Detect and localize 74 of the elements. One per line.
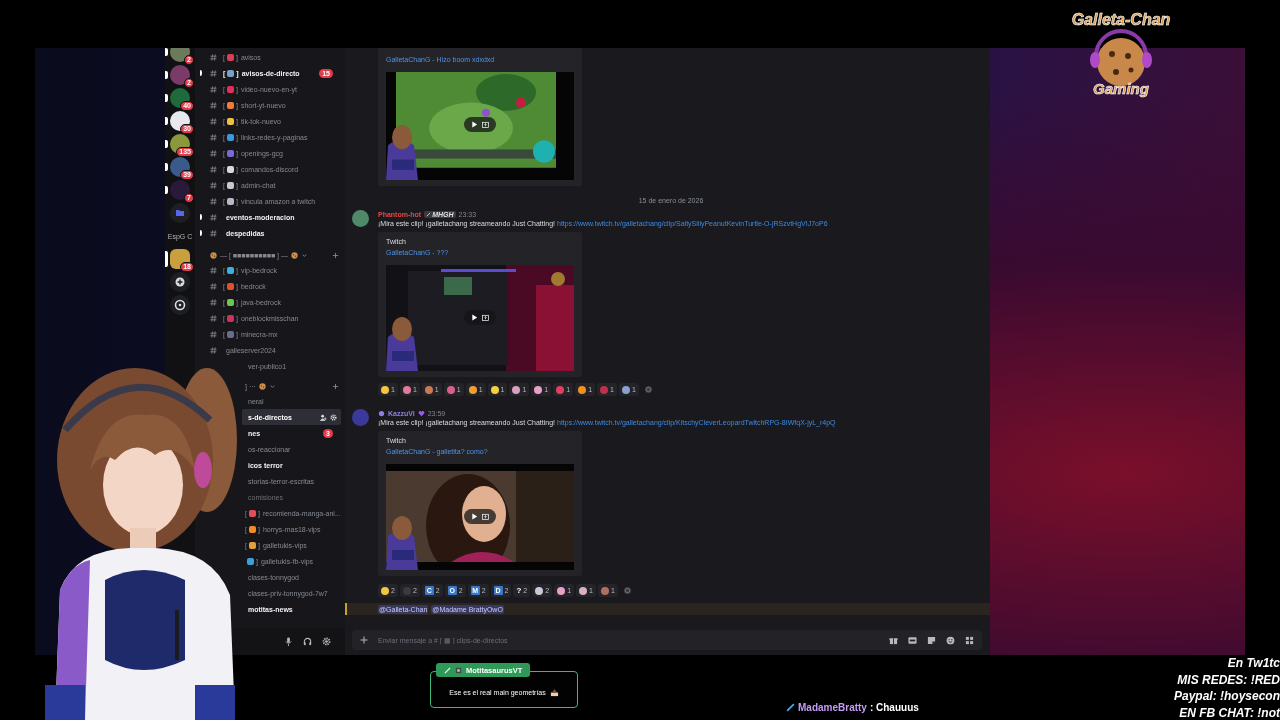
server-icon[interactable] (170, 180, 190, 200)
server-icon[interactable] (170, 157, 190, 177)
hash-icon (210, 266, 217, 274)
stream-info-text: MIS REDES: !RED (1177, 671, 1280, 688)
cookie-icon (290, 251, 298, 259)
sticker-icon[interactable] (927, 635, 936, 645)
gif-icon[interactable] (908, 635, 917, 645)
play-icon (471, 121, 478, 128)
badge-icon (455, 666, 462, 674)
server-icon[interactable] (170, 134, 190, 154)
plus-icon[interactable] (360, 636, 368, 644)
microphone-icon[interactable] (284, 637, 293, 646)
server-icon[interactable] (170, 65, 190, 85)
cookie-icon (258, 382, 266, 390)
plus-icon[interactable] (332, 382, 339, 390)
hash-icon (210, 330, 217, 338)
chat-message: : Chauuus (869, 702, 919, 713)
server-icon[interactable] (170, 48, 190, 62)
stream-info-text: Paypal: !hoysecon (1173, 688, 1280, 705)
hash-icon (210, 181, 217, 189)
hash-icon (210, 149, 217, 157)
hash-icon (210, 165, 217, 173)
hash-icon (210, 101, 217, 109)
server-icon[interactable] (170, 249, 190, 269)
unread-indicator (200, 214, 202, 220)
cookie-icon (210, 251, 217, 259)
role-icon (378, 409, 385, 417)
server-icon[interactable] (170, 88, 190, 108)
play-button[interactable] (464, 509, 496, 524)
unread-indicator (200, 230, 202, 236)
external-link-icon (482, 513, 489, 520)
stream-info-text: En Tw1tc (1227, 655, 1280, 672)
add-reaction-icon[interactable] (643, 385, 653, 394)
server-icon[interactable] (170, 111, 190, 131)
hash-icon (210, 282, 217, 290)
hash-icon (210, 133, 217, 141)
hash-icon (210, 117, 217, 125)
hash-icon (210, 314, 217, 322)
stream-info-text: EN FB CHAT: !not (1179, 704, 1280, 720)
hash-icon (210, 346, 217, 354)
hash-icon (210, 69, 217, 77)
user-avatar[interactable] (352, 210, 369, 227)
hash-icon (210, 229, 217, 237)
hash-icon (210, 213, 217, 221)
add-reaction-icon[interactable] (622, 586, 632, 595)
hash-icon (210, 197, 217, 205)
apps-icon[interactable] (965, 635, 974, 645)
play-icon (471, 513, 478, 520)
play-button[interactable] (464, 117, 496, 132)
sword-icon (786, 703, 795, 712)
settings-icon[interactable] (322, 637, 331, 646)
headphones-icon[interactable] (303, 637, 312, 646)
emoji-icon (549, 688, 559, 697)
add-member-icon[interactable] (320, 413, 327, 421)
chevron-icon[interactable] (268, 382, 276, 390)
logo-title: Galleta-Chan (1071, 10, 1171, 30)
unread-indicator (200, 70, 202, 76)
sword-icon (444, 666, 451, 674)
play-button[interactable] (464, 310, 496, 325)
external-link-icon (482, 121, 489, 128)
chat-username: MadameBratty (798, 702, 867, 713)
external-link-icon (482, 314, 489, 321)
gift-icon[interactable] (889, 635, 898, 645)
hash-icon (210, 298, 217, 306)
plus-icon[interactable] (332, 251, 339, 259)
settings-icon[interactable] (330, 413, 337, 421)
hash-icon (210, 85, 217, 93)
chevron-icon[interactable] (300, 251, 308, 259)
emoji-icon[interactable] (946, 635, 955, 645)
hash-icon (210, 53, 217, 61)
heart-icon (417, 409, 425, 417)
sword-icon (426, 211, 432, 217)
play-icon (471, 314, 478, 321)
logo-subtitle: Gaming (1093, 80, 1149, 98)
